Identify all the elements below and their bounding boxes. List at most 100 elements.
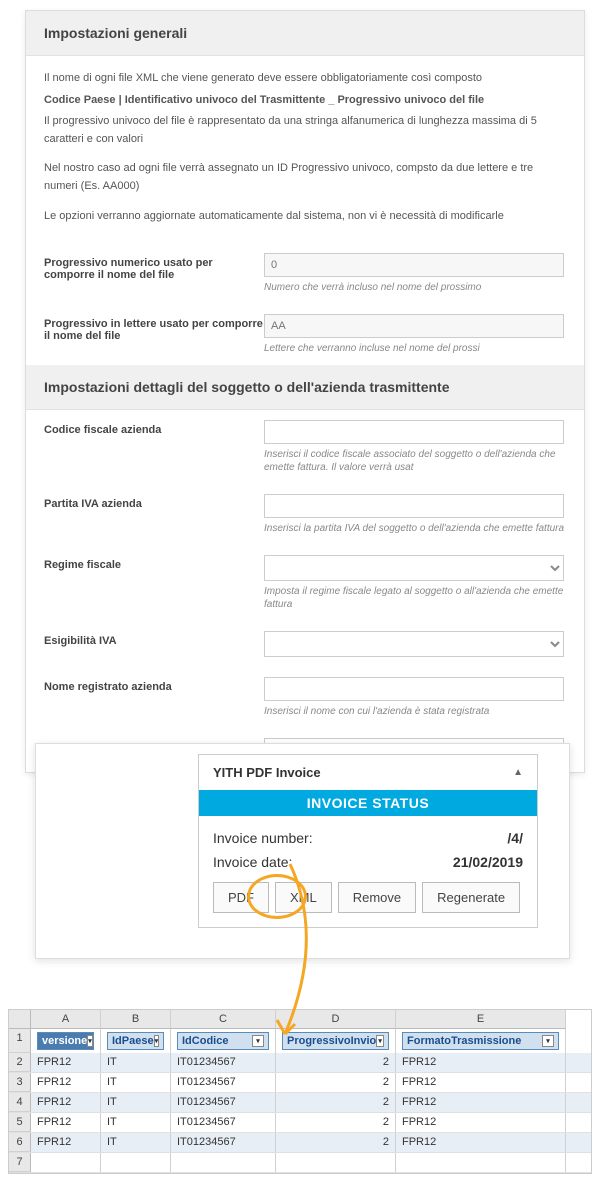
cell[interactable]: FPR12 <box>31 1113 101 1132</box>
cell[interactable]: FPR12 <box>31 1053 101 1072</box>
header-formatotrasmissione[interactable]: FormatoTrasmissione▾ <box>396 1029 566 1053</box>
cell[interactable]: IT01234567 <box>171 1053 276 1072</box>
general-settings-heading: Impostazioni generali <box>26 11 584 56</box>
cell[interactable]: 2 <box>276 1133 396 1152</box>
widget-title-bar[interactable]: YITH PDF Invoice ▲ <box>199 755 537 790</box>
cell[interactable]: 2 <box>276 1053 396 1072</box>
field-help: Inserisci il nome con cui l'azienda è st… <box>264 705 566 718</box>
subject-field-row: Regime fiscaleImposta il regime fiscale … <box>26 545 584 621</box>
cell[interactable]: FPR12 <box>396 1073 566 1092</box>
field-label: Codice fiscale azienda <box>44 420 264 436</box>
invoice-date-row: Invoice date: 21/02/2019 <box>213 850 523 874</box>
row-num-7[interactable]: 7 <box>9 1153 31 1172</box>
invoice-number-row: Invoice number: /4/ <box>213 826 523 850</box>
row-num[interactable]: 2 <box>9 1053 31 1072</box>
field-help: Inserisci il codice fiscale associato de… <box>264 448 566 474</box>
progressive-number-label: Progressivo numerico usato per comporre … <box>44 253 264 281</box>
settings-panel: Impostazioni generali Il nome di ogni fi… <box>25 10 585 773</box>
header-versione[interactable]: versione▾ <box>31 1029 101 1053</box>
regenerate-button[interactable]: Regenerate <box>422 882 520 913</box>
col-label-e[interactable]: E <box>396 1010 566 1029</box>
table-row: 2FPR12ITIT012345672FPR12 <box>9 1053 591 1073</box>
subject-field-row: Nome registrato aziendaInserisci il nome… <box>26 667 584 728</box>
cell[interactable]: FPR12 <box>31 1093 101 1112</box>
col-label-b[interactable]: B <box>101 1010 171 1029</box>
cell[interactable]: IT <box>101 1053 171 1072</box>
col-label-d[interactable]: D <box>276 1010 396 1029</box>
field-label: Regime fiscale <box>44 555 264 571</box>
table-row: 4FPR12ITIT012345672FPR12 <box>9 1093 591 1113</box>
table-row: 5FPR12ITIT012345672FPR12 <box>9 1113 591 1133</box>
xml-button[interactable]: XML <box>275 882 332 913</box>
progressive-letters-input[interactable] <box>264 314 564 338</box>
field-input[interactable] <box>264 420 564 444</box>
cell[interactable]: FPR12 <box>396 1133 566 1152</box>
sheet-corner[interactable] <box>9 1010 31 1029</box>
field-label: Partita IVA azienda <box>44 494 264 510</box>
cell[interactable]: FPR12 <box>31 1133 101 1152</box>
subject-field-row: Esigibilità IVA <box>26 621 584 667</box>
progressive-number-row: Progressivo numerico usato per comporre … <box>26 243 584 304</box>
remove-button[interactable]: Remove <box>338 882 416 913</box>
cell[interactable]: FPR12 <box>396 1053 566 1072</box>
cell[interactable]: FPR12 <box>31 1073 101 1092</box>
subject-field-row: Partita IVA aziendaInserisci la partita … <box>26 484 584 545</box>
field-input[interactable] <box>264 677 564 701</box>
cell[interactable]: IT <box>101 1073 171 1092</box>
row-num-1[interactable]: 1 <box>9 1029 31 1053</box>
row-num[interactable]: 6 <box>9 1133 31 1152</box>
field-help: Inserisci la partita IVA del soggetto o … <box>264 522 566 535</box>
invoice-status-header: INVOICE STATUS <box>199 790 537 816</box>
cell[interactable]: IT01234567 <box>171 1073 276 1092</box>
filter-icon: ▾ <box>87 1035 93 1047</box>
field-input[interactable] <box>264 555 564 581</box>
cell[interactable]: 2 <box>276 1093 396 1112</box>
widget-title-text: YITH PDF Invoice <box>213 765 321 780</box>
cell[interactable]: IT01234567 <box>171 1093 276 1112</box>
subject-settings-heading: Impostazioni dettagli del soggetto o del… <box>26 365 584 410</box>
cell[interactable]: IT01234567 <box>171 1113 276 1132</box>
cell[interactable]: IT <box>101 1113 171 1132</box>
cell[interactable]: FPR12 <box>396 1093 566 1112</box>
spreadsheet: A B C D E 1 versione▾ IdPaese▾ IdCodice▾… <box>8 1009 592 1174</box>
filter-icon: ▾ <box>252 1035 264 1047</box>
cell[interactable]: IT <box>101 1093 171 1112</box>
header-idpaese[interactable]: IdPaese▾ <box>101 1029 171 1053</box>
row-num[interactable]: 5 <box>9 1113 31 1132</box>
table-row: 3FPR12ITIT012345672FPR12 <box>9 1073 591 1093</box>
progressive-number-input[interactable] <box>264 253 564 277</box>
subject-field-row: Codice fiscale aziendaInserisci il codic… <box>26 410 584 484</box>
row-num[interactable]: 3 <box>9 1073 31 1092</box>
field-label: Esigibilità IVA <box>44 631 264 647</box>
col-label-a[interactable]: A <box>31 1010 101 1029</box>
field-input[interactable] <box>264 631 564 657</box>
cell[interactable]: FPR12 <box>396 1113 566 1132</box>
collapse-icon: ▲ <box>513 767 523 778</box>
pdf-button[interactable]: PDF <box>213 882 269 913</box>
cell[interactable]: 2 <box>276 1113 396 1132</box>
progressive-letters-help: Lettere che verranno incluse nel nome de… <box>264 342 566 355</box>
header-progressivoinvio[interactable]: ProgressivoInvio▾ <box>276 1029 396 1053</box>
invoice-panel: YITH PDF Invoice ▲ INVOICE STATUS Invoic… <box>35 743 570 959</box>
field-help: Imposta il regime fiscale legato al sogg… <box>264 585 566 611</box>
empty-row: 7 <box>9 1153 591 1173</box>
filter-icon: ▾ <box>154 1035 160 1047</box>
filter-icon: ▾ <box>542 1035 554 1047</box>
progressive-letters-row: Progressivo in lettere usato per comporr… <box>26 304 584 365</box>
cell[interactable]: 2 <box>276 1073 396 1092</box>
table-row: 6FPR12ITIT012345672FPR12 <box>9 1133 591 1153</box>
header-row: 1 versione▾ IdPaese▾ IdCodice▾ Progressi… <box>9 1029 591 1053</box>
field-label: Nome registrato azienda <box>44 677 264 693</box>
field-input[interactable] <box>264 494 564 518</box>
progressive-letters-label: Progressivo in lettere usato per comporr… <box>44 314 264 342</box>
header-idcodice[interactable]: IdCodice▾ <box>171 1029 276 1053</box>
invoice-number-value: /4/ <box>507 830 523 846</box>
invoice-date-value: 21/02/2019 <box>453 854 523 870</box>
cell[interactable]: IT01234567 <box>171 1133 276 1152</box>
row-num[interactable]: 4 <box>9 1093 31 1112</box>
col-label-c[interactable]: C <box>171 1010 276 1029</box>
general-settings-description: Il nome di ogni file XML che viene gener… <box>26 56 584 243</box>
progressive-number-help: Numero che verrà incluso nel nome del pr… <box>264 281 566 294</box>
cell[interactable]: IT <box>101 1133 171 1152</box>
filter-icon: ▾ <box>376 1035 384 1047</box>
